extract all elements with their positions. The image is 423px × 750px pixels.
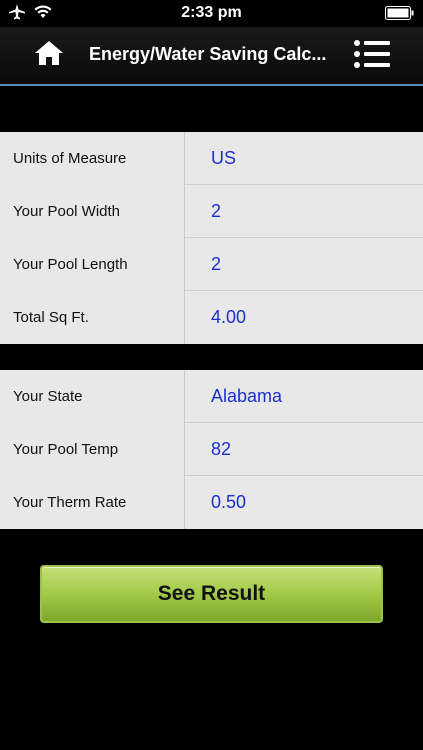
- status-bar: 2:33 pm: [0, 0, 423, 27]
- row-label: Your Pool Length: [0, 238, 185, 291]
- total-sq-ft-value: 4.00: [211, 307, 247, 327]
- row-label: Your Therm Rate: [0, 476, 185, 529]
- row-state[interactable]: Your State Alabama: [0, 370, 423, 423]
- units-of-measure-value[interactable]: US: [185, 132, 423, 185]
- row-label: Your Pool Temp: [0, 423, 185, 476]
- home-button[interactable]: [32, 39, 66, 71]
- menu-button[interactable]: [353, 39, 393, 71]
- row-label: Your Pool Width: [0, 185, 185, 238]
- row-pool-width[interactable]: Your Pool Width 2: [0, 185, 423, 238]
- pool-size-group: Units of Measure US Your Pool Width 2 Yo…: [0, 132, 423, 344]
- row-label: Your State: [0, 370, 185, 423]
- pool-temp-value[interactable]: 82: [185, 423, 423, 476]
- row-therm-rate[interactable]: Your Therm Rate 0.50: [0, 476, 423, 529]
- see-result-button[interactable]: See Result: [40, 565, 383, 623]
- row-total-sq-ft: Total Sq Ft. 4.00: [0, 291, 423, 344]
- pool-length-value[interactable]: 2: [185, 238, 423, 291]
- rate-group: Your State Alabama Your Pool Temp 82 You…: [0, 370, 423, 529]
- nav-bar: Energy/Water Saving Calc...: [0, 27, 423, 86]
- pool-width-value[interactable]: 2: [185, 185, 423, 238]
- row-pool-length[interactable]: Your Pool Length 2: [0, 238, 423, 291]
- battery-icon: [385, 6, 415, 25]
- home-icon: [34, 40, 64, 71]
- menu-icon: [353, 40, 393, 73]
- row-label: Units of Measure: [0, 132, 185, 185]
- status-time: 2:33 pm: [181, 4, 242, 21]
- therm-rate-value[interactable]: 0.50: [185, 476, 423, 529]
- row-units-of-measure[interactable]: Units of Measure US: [0, 132, 423, 185]
- screen: 2:33 pm Energy/Water Saving Calc... Unit…: [0, 0, 423, 750]
- page-title: Energy/Water Saving Calc...: [89, 44, 327, 64]
- row-label: Total Sq Ft.: [0, 291, 185, 344]
- state-value[interactable]: Alabama: [185, 370, 423, 423]
- row-pool-temp[interactable]: Your Pool Temp 82: [0, 423, 423, 476]
